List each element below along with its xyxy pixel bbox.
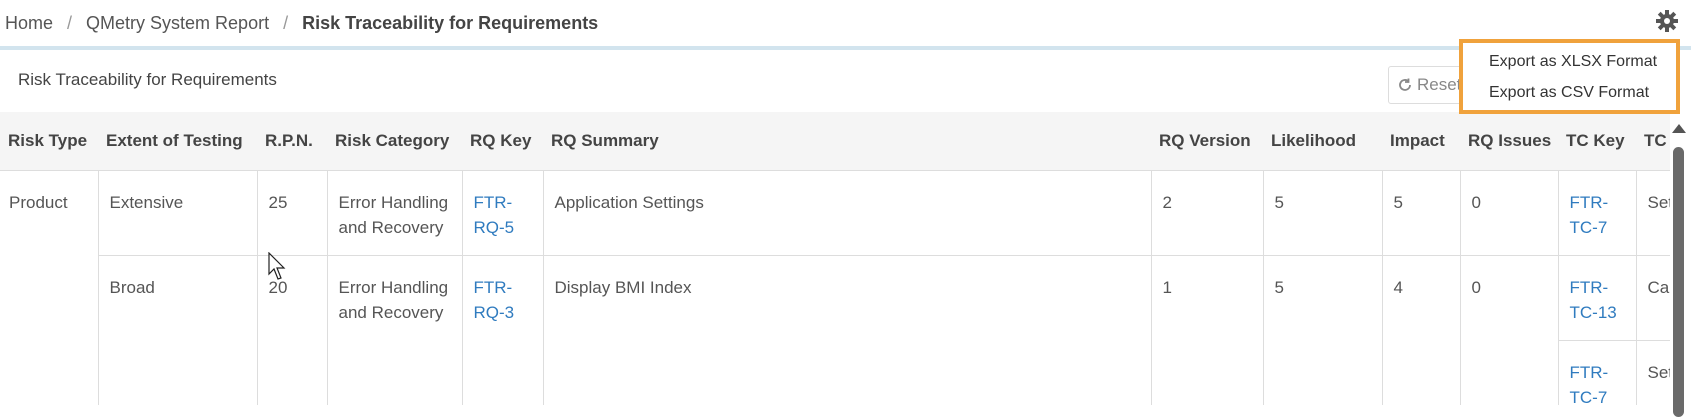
scroll-up-arrow-icon[interactable]: [1672, 124, 1686, 133]
column-header-rpn[interactable]: R.P.N.: [257, 112, 327, 171]
breadcrumb-current: Risk Traceability for Requirements: [302, 12, 599, 33]
breadcrumb: Home / QMetry System Report / Risk Trace…: [0, 0, 1691, 46]
cell-rq-summary: Application Settings: [542, 170, 1151, 256]
column-header-extent[interactable]: Extent of Testing: [98, 112, 257, 171]
reset-button[interactable]: Reset: [1388, 66, 1468, 104]
cell-rq-version: 1: [1150, 255, 1263, 405]
cell-tc-summary: Calc: [1635, 255, 1670, 341]
breadcrumb-separator: /: [283, 12, 289, 33]
cell-rq-issues: 0: [1459, 255, 1558, 405]
rq-key-link[interactable]: FTR-RQ-5: [474, 193, 515, 237]
column-header-rq-issues[interactable]: RQ Issues: [1460, 112, 1558, 171]
cell-impact: 4: [1381, 255, 1460, 405]
export-csv-option[interactable]: Export as CSV Format: [1489, 84, 1649, 102]
vertical-scrollbar[interactable]: [1672, 124, 1686, 417]
gear-icon[interactable]: [1655, 9, 1679, 33]
table-header-row: Risk Type Extent of Testing R.P.N. Risk …: [0, 112, 1670, 171]
refresh-icon: [1399, 78, 1411, 91]
cell-rq-summary: Display BMI Index: [542, 255, 1151, 405]
cell-category: Error Handling and Recovery: [326, 170, 462, 256]
cell-rq-issues: 0: [1459, 170, 1558, 256]
table-row: Broad 20 Error Handling and Recovery FTR…: [0, 255, 1670, 405]
column-header-impact[interactable]: Impact: [1382, 112, 1460, 171]
reset-label: Reset: [1417, 75, 1462, 94]
breadcrumb-home[interactable]: Home: [0, 13, 58, 34]
header-divider: [0, 46, 1691, 50]
mouse-cursor-icon: [268, 252, 286, 280]
column-header-likelihood[interactable]: Likelihood: [1263, 112, 1382, 171]
breadcrumb-report[interactable]: QMetry System Report: [81, 13, 274, 34]
tc-key-link[interactable]: FTR-TC-7: [1570, 193, 1609, 237]
cell-impact: 5: [1381, 170, 1460, 256]
export-xlsx-option[interactable]: Export as XLSX Format: [1489, 53, 1657, 71]
cell-rpn: 25: [256, 170, 327, 256]
breadcrumb-separator: /: [67, 12, 73, 33]
cell-tc-key: FTR-TC-7: [1557, 170, 1636, 256]
cell-extent: Broad: [97, 255, 257, 405]
column-header-tc-key[interactable]: TC Key: [1558, 112, 1636, 171]
cell-risk-type: Product: [0, 170, 98, 405]
cell-rq-key: FTR-RQ-5: [461, 170, 543, 256]
rq-key-link[interactable]: FTR-RQ-3: [474, 278, 515, 322]
cell-rq-version: 2: [1150, 170, 1263, 256]
column-header-risk-type[interactable]: Risk Type: [0, 112, 98, 171]
cell-likelihood: 5: [1262, 255, 1382, 405]
table-row: Product Extensive 25 Error Handling and …: [0, 170, 1670, 405]
column-header-rq-version[interactable]: RQ Version: [1151, 112, 1263, 171]
cell-tc-summary: Set: [1635, 340, 1670, 405]
column-header-rq-key[interactable]: RQ Key: [462, 112, 543, 171]
panel-title: Risk Traceability for Requirements: [18, 70, 277, 89]
tc-key-link[interactable]: FTR-TC-7: [1570, 363, 1609, 405]
risk-table: Risk Type Extent of Testing R.P.N. Risk …: [0, 112, 1670, 405]
column-header-risk-category[interactable]: Risk Category: [327, 112, 462, 171]
cell-likelihood: 5: [1262, 170, 1382, 256]
cell-rq-key: FTR-RQ-3: [461, 255, 543, 405]
tc-key-link[interactable]: FTR-TC-13: [1570, 278, 1617, 322]
column-header-rq-summary[interactable]: RQ Summary: [543, 112, 1151, 171]
scroll-thumb[interactable]: [1673, 147, 1684, 417]
export-menu: Export as XLSX Format Export as CSV Form…: [1459, 39, 1680, 114]
column-header-tc-summary[interactable]: TC S: [1636, 112, 1670, 171]
cell-tc-summary: Set: [1635, 170, 1670, 256]
cell-category: Error Handling and Recovery: [326, 255, 462, 405]
cell-extent: Extensive: [97, 170, 257, 256]
cell-tc-key: FTR-TC-13: [1557, 255, 1636, 341]
cell-tc-key: FTR-TC-7: [1557, 340, 1636, 405]
